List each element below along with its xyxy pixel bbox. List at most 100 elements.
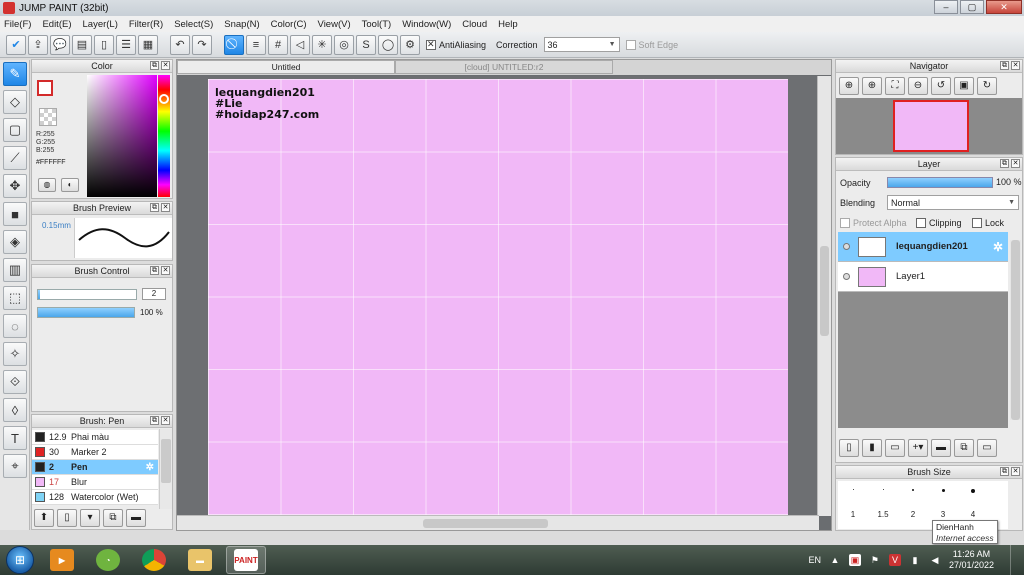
close-icon[interactable]: ✕ <box>161 203 170 212</box>
brush-size-option[interactable]: 1.5 <box>868 481 898 529</box>
add-layer-menu-icon[interactable]: +▾ <box>908 439 928 457</box>
brush-item-pen[interactable]: 2 Pen ✲ <box>32 460 158 475</box>
snap-grid-icon[interactable]: # <box>268 34 288 55</box>
taskbar-chrome[interactable] <box>134 546 174 574</box>
snap-curve-icon[interactable]: S <box>356 34 376 55</box>
rotate-left-icon[interactable]: ↺ <box>931 77 951 95</box>
close-icon[interactable]: ✕ <box>161 416 170 425</box>
hue-knob[interactable] <box>159 94 169 104</box>
panel-icon[interactable]: ▤ <box>72 34 92 55</box>
antialiasing-checkbox[interactable]: AntiAliasing <box>426 39 486 50</box>
brush-opacity-slider[interactable] <box>37 307 135 318</box>
layer-item-lequangdien201[interactable]: lequangdien201 ✲ <box>838 232 1008 262</box>
brush-size-option[interactable]: 2 <box>898 481 928 529</box>
transparent-color-swatch[interactable] <box>39 108 57 126</box>
bucket-tool-icon[interactable]: ◈ <box>3 230 27 254</box>
dropper-tool-icon[interactable]: ⌖ <box>3 454 27 478</box>
maximize-button[interactable]: ▢ <box>960 0 984 14</box>
foreground-color-swatch[interactable] <box>37 80 53 96</box>
tray-flag-icon[interactable]: ⚑ <box>869 554 881 566</box>
brush-menu-icon[interactable]: ▾ <box>80 509 100 527</box>
layer-item-layer1[interactable]: Layer1 <box>838 262 1008 292</box>
menu-snap[interactable]: Snap(N) <box>224 19 259 30</box>
language-indicator[interactable]: EN <box>808 555 821 565</box>
tray-vpn-icon[interactable]: V <box>888 554 901 566</box>
layer-list-scrollbar[interactable] <box>1010 240 1021 420</box>
clock[interactable]: 11:26 AM 27/01/2022 <box>949 549 994 571</box>
close-button[interactable]: ✕ <box>986 0 1022 14</box>
new-folder-icon[interactable]: ▬ <box>931 439 951 457</box>
grid-settings-icon[interactable]: ▦ <box>138 34 158 55</box>
menu-layer[interactable]: Layer(L) <box>83 19 118 30</box>
show-hidden-icons-icon[interactable]: ▲ <box>829 554 841 566</box>
taskbar-jump-paint[interactable]: PAINT <box>226 546 266 574</box>
network-icon[interactable]: ▮ <box>909 554 921 566</box>
brush-size-option[interactable]: 1 <box>838 481 868 529</box>
close-icon[interactable]: ✕ <box>1011 61 1020 70</box>
snap-parallel-icon[interactable]: ≡ <box>246 34 266 55</box>
correction-select[interactable]: 36 ▼ <box>543 37 620 52</box>
show-desktop-button[interactable] <box>1010 545 1024 575</box>
brush-size-slider[interactable] <box>37 289 137 300</box>
menu-file[interactable]: File(F) <box>4 19 31 30</box>
layer-visibility-icon[interactable] <box>843 273 850 280</box>
canvas-horizontal-scrollbar[interactable] <box>177 515 819 530</box>
layer-visibility-icon[interactable] <box>843 243 850 250</box>
clipping-checkbox[interactable]: Clipping <box>916 218 962 228</box>
undock-icon[interactable]: ⧉ <box>150 416 159 425</box>
navigator-preview[interactable] <box>836 98 1022 154</box>
protect-alpha-checkbox[interactable]: Protect Alpha <box>840 218 907 228</box>
undock-icon[interactable]: ⧉ <box>1000 467 1009 476</box>
minimize-button[interactable]: – <box>934 0 958 14</box>
taskbar-explorer[interactable]: ▬ <box>180 546 220 574</box>
soft-edge-checkbox[interactable]: Soft Edge <box>625 39 678 50</box>
drawing-canvas[interactable]: lequangdien201 #Lie #hoidap247.com <box>208 79 788 515</box>
zoom-in-icon[interactable]: ⊕ <box>839 77 859 95</box>
fit-screen-icon[interactable]: ⛶ <box>885 77 905 95</box>
gear-icon[interactable]: ✲ <box>993 240 1003 254</box>
rotate-right-icon[interactable]: ↻ <box>977 77 997 95</box>
snap-ellipse-icon[interactable]: ◯ <box>378 34 398 55</box>
taskbar-media-player[interactable]: ▶ <box>42 546 82 574</box>
close-icon[interactable]: ✕ <box>161 61 170 70</box>
new-brush-icon[interactable]: ▯ <box>57 509 77 527</box>
redo-icon[interactable]: ↷ <box>192 34 212 55</box>
brush-list-scrollbar[interactable] <box>159 429 172 509</box>
menu-cloud[interactable]: Cloud <box>462 19 487 30</box>
menu-filter[interactable]: Filter(R) <box>129 19 163 30</box>
menu-window[interactable]: Window(W) <box>402 19 451 30</box>
select-rect-tool-icon[interactable]: ▢ <box>3 118 27 142</box>
zoom-out-icon[interactable]: ⊖ <box>908 77 928 95</box>
close-icon[interactable]: ✕ <box>1011 467 1020 476</box>
brush-size-input[interactable]: 2 <box>142 288 166 300</box>
select-eraser-tool-icon[interactable]: ◊ <box>3 398 27 422</box>
layer-opacity-slider[interactable] <box>887 177 993 188</box>
gradient-tool-icon[interactable]: ▥ <box>3 258 27 282</box>
cloud-save-icon[interactable]: ✔ <box>6 34 26 55</box>
reset-view-icon[interactable]: ▣ <box>954 77 974 95</box>
taskbar-coccoc[interactable]: ◔ <box>88 546 128 574</box>
lock-checkbox[interactable]: Lock <box>972 218 1004 228</box>
document-icon[interactable]: ▯ <box>94 34 114 55</box>
navigator-viewport[interactable] <box>893 100 969 152</box>
volume-icon[interactable]: ◀ <box>929 554 941 566</box>
text-tool-icon[interactable]: T <box>3 426 27 450</box>
snap-settings-icon[interactable]: ⚙ <box>400 34 420 55</box>
undock-icon[interactable]: ⧉ <box>150 266 159 275</box>
layer-settings-icon[interactable]: ☰ <box>116 34 136 55</box>
fill-rect-tool-icon[interactable]: ■ <box>3 202 27 226</box>
tray-app-icon[interactable]: ▣ <box>848 554 861 566</box>
undo-icon[interactable]: ↶ <box>170 34 190 55</box>
close-icon[interactable]: ✕ <box>161 266 170 275</box>
magic-wand-tool-icon[interactable]: ✧ <box>3 342 27 366</box>
zoom-in-alt-icon[interactable]: ⊕ <box>862 77 882 95</box>
lasso-tool-icon[interactable]: ◌ <box>3 314 27 338</box>
comment-icon[interactable]: 💬 <box>50 34 70 55</box>
snap-circle-icon[interactable]: ◎ <box>334 34 354 55</box>
tab-cloud-untitled[interactable]: [cloud] UNTITLED:r2 <box>395 60 613 74</box>
palette-icon[interactable]: ◍ <box>38 178 56 192</box>
undock-icon[interactable]: ⧉ <box>150 203 159 212</box>
undock-icon[interactable]: ⧉ <box>150 61 159 70</box>
undock-icon[interactable]: ⧉ <box>1000 159 1009 168</box>
snap-radial-icon[interactable]: ✳ <box>312 34 332 55</box>
